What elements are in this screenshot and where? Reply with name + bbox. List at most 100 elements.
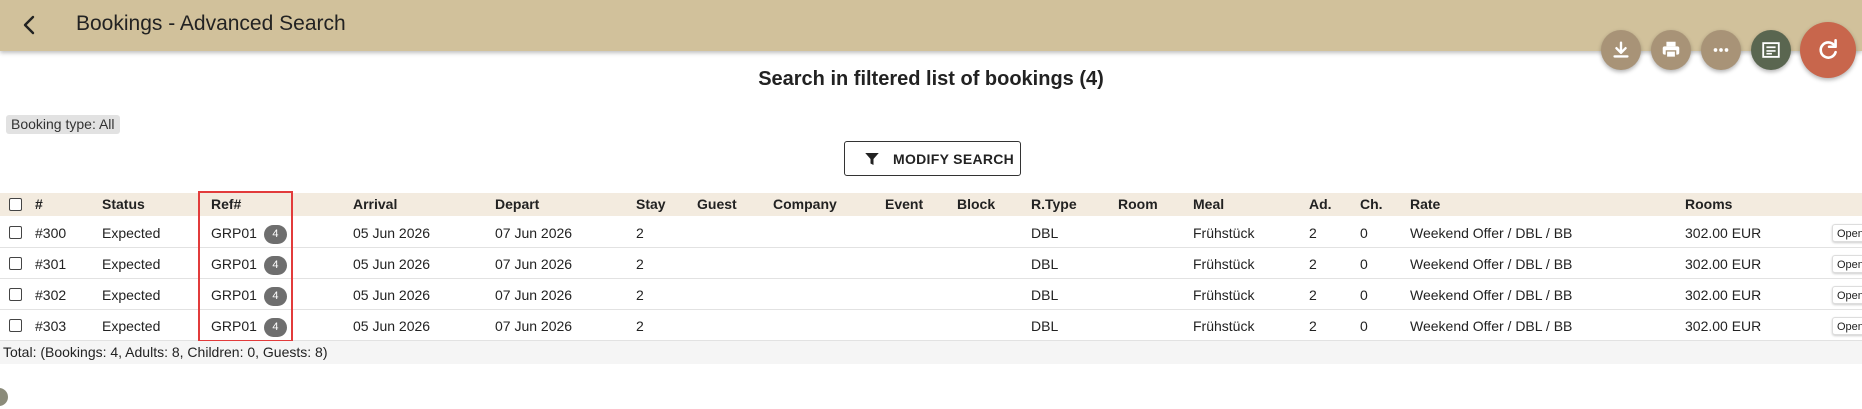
meal-plan: Frühstück [1193, 225, 1255, 241]
col-meal[interactable]: Meal [1193, 196, 1224, 212]
booking-number: #303 [35, 318, 67, 334]
children-count: 0 [1360, 225, 1368, 241]
rate-name: Weekend Offer / DBL / BB [1410, 256, 1573, 272]
notes-icon [1762, 42, 1780, 58]
ref-count-badge: 4 [263, 225, 287, 244]
arrival-date: 05 Jun 2026 [353, 287, 431, 303]
arrival-date: 05 Jun 2026 [353, 256, 431, 272]
rooms-price: 302.00 EUR [1685, 287, 1762, 303]
open-button[interactable]: Open [1832, 224, 1862, 242]
booking-status: Expected [102, 256, 161, 272]
room-type: DBL [1031, 256, 1059, 272]
depart-date: 07 Jun 2026 [495, 225, 573, 241]
rate-name: Weekend Offer / DBL / BB [1410, 287, 1573, 303]
meal-plan: Frühstück [1193, 287, 1255, 303]
col-children[interactable]: Ch. [1360, 196, 1383, 212]
col-ref[interactable]: Ref# [211, 196, 241, 212]
app-header: Bookings - Advanced Search [0, 0, 1862, 51]
print-button[interactable] [1651, 30, 1691, 70]
col-event[interactable]: Event [885, 196, 923, 212]
col-arrival[interactable]: Arrival [353, 196, 397, 212]
col-rtype[interactable]: R.Type [1031, 196, 1077, 212]
modify-search-label: MODIFY SEARCH [893, 150, 1015, 167]
col-stay[interactable]: Stay [636, 196, 666, 212]
booking-status: Expected [102, 225, 161, 241]
row-checkbox[interactable] [9, 319, 22, 332]
table-row[interactable]: #302 Expected GRP01 4 05 Jun 2026 07 Jun … [0, 279, 1862, 310]
col-depart[interactable]: Depart [495, 196, 539, 212]
booking-status: Expected [102, 318, 161, 334]
booking-ref: GRP01 4 [211, 318, 287, 337]
room-type: DBL [1031, 225, 1059, 241]
col-guest[interactable]: Guest [697, 196, 737, 212]
rate-name: Weekend Offer / DBL / BB [1410, 225, 1573, 241]
table-row[interactable]: #300 Expected GRP01 4 05 Jun 2026 07 Jun … [0, 217, 1862, 248]
table-header: # Status Ref# Arrival Depart Stay Guest … [0, 193, 1862, 216]
open-button[interactable]: Open [1832, 286, 1862, 304]
col-rooms[interactable]: Rooms [1685, 196, 1732, 212]
col-num[interactable]: # [35, 196, 43, 212]
refresh-icon [1819, 38, 1837, 59]
table-row[interactable]: #301 Expected GRP01 4 05 Jun 2026 07 Jun … [0, 248, 1862, 279]
children-count: 0 [1360, 287, 1368, 303]
depart-date: 07 Jun 2026 [495, 287, 573, 303]
col-room[interactable]: Room [1118, 196, 1158, 212]
col-company[interactable]: Company [773, 196, 837, 212]
modify-search-button[interactable]: MODIFY SEARCH [844, 141, 1021, 176]
booking-number: #302 [35, 287, 67, 303]
booking-ref: GRP01 4 [211, 256, 287, 275]
rooms-price: 302.00 EUR [1685, 225, 1762, 241]
row-checkbox[interactable] [9, 226, 22, 239]
open-button[interactable]: Open [1832, 255, 1862, 273]
stay-nights: 2 [636, 225, 644, 241]
arrival-date: 05 Jun 2026 [353, 318, 431, 334]
more-button[interactable] [1701, 30, 1741, 70]
rate-name: Weekend Offer / DBL / BB [1410, 318, 1573, 334]
back-button[interactable] [14, 10, 44, 40]
ref-text: GRP01 [211, 318, 257, 335]
meal-plan: Frühstück [1193, 318, 1255, 334]
adults-count: 2 [1309, 287, 1317, 303]
print-icon [1662, 41, 1680, 59]
download-icon [1613, 41, 1629, 58]
booking-status: Expected [102, 287, 161, 303]
stay-nights: 2 [636, 318, 644, 334]
col-rate[interactable]: Rate [1410, 196, 1440, 212]
booking-number: #300 [35, 225, 67, 241]
room-type: DBL [1031, 318, 1059, 334]
booking-number: #301 [35, 256, 67, 272]
col-block[interactable]: Block [957, 196, 995, 212]
ref-count-badge: 4 [263, 318, 287, 337]
table-total: Total: (Bookings: 4, Adults: 8, Children… [0, 341, 1862, 364]
col-status[interactable]: Status [102, 196, 145, 212]
corner-handle[interactable] [0, 388, 8, 406]
filter-chip-booking-type: Booking type: All [6, 115, 120, 134]
children-count: 0 [1360, 256, 1368, 272]
ref-text: GRP01 [211, 256, 257, 273]
ref-text: GRP01 [211, 287, 257, 304]
notes-button[interactable] [1751, 30, 1791, 70]
more-horizontal-icon [1713, 48, 1729, 52]
col-adults[interactable]: Ad. [1309, 196, 1332, 212]
stay-nights: 2 [636, 256, 644, 272]
booking-ref: GRP01 4 [211, 287, 287, 306]
filter-icon [865, 152, 879, 165]
arrow-left-icon [23, 15, 35, 35]
depart-date: 07 Jun 2026 [495, 256, 573, 272]
booking-ref: GRP01 4 [211, 225, 287, 244]
adults-count: 2 [1309, 318, 1317, 334]
results-heading: Search in filtered list of bookings (4) [758, 68, 1104, 90]
open-button[interactable]: Open [1832, 317, 1862, 335]
ref-count-badge: 4 [263, 256, 287, 275]
adults-count: 2 [1309, 256, 1317, 272]
ref-count-badge: 4 [263, 287, 287, 306]
download-button[interactable] [1601, 30, 1641, 70]
row-checkbox[interactable] [9, 288, 22, 301]
stay-nights: 2 [636, 287, 644, 303]
row-checkbox[interactable] [9, 257, 22, 270]
page-title: Bookings - Advanced Search [76, 12, 346, 35]
meal-plan: Frühstück [1193, 256, 1255, 272]
select-all-checkbox[interactable] [9, 198, 22, 211]
table-row[interactable]: #303 Expected GRP01 4 05 Jun 2026 07 Jun … [0, 310, 1862, 341]
room-type: DBL [1031, 287, 1059, 303]
